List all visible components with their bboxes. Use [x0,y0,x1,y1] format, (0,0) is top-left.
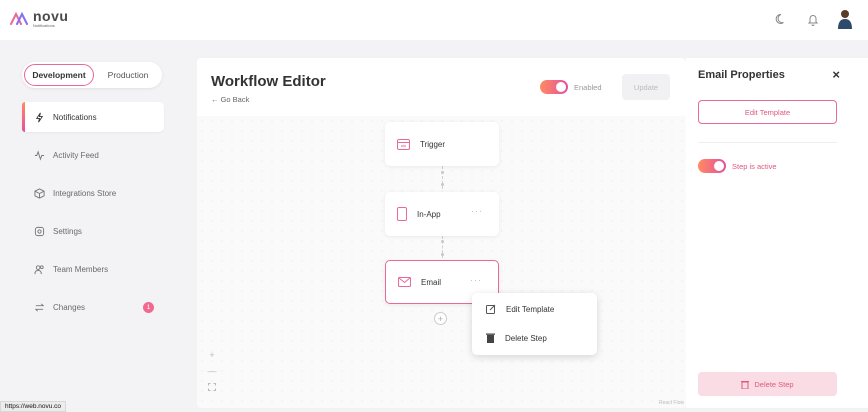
users-icon [34,264,44,274]
connector-dot [441,183,444,186]
moon-icon[interactable] [772,9,790,29]
trigger-node[interactable]: Trigger [385,122,499,166]
properties-panel: Email Properties × Edit Template Step is… [686,58,868,408]
sidebar-item-label: Changes [53,302,86,312]
status-url: https://web.novu.co [0,401,67,412]
sidebar-nav: Notifications Activity Feed Integrations… [22,102,164,330]
workflow-canvas[interactable]: Trigger In-App ··· Email ··· + + — React… [197,116,686,408]
step-active-toggle[interactable] [698,159,726,173]
delete-step-button[interactable]: Delete Step [698,372,837,396]
sidebar-item-changes[interactable]: Changes 1 [22,292,164,322]
swap-icon [34,303,45,311]
sidebar-item-activity-feed[interactable]: Activity Feed [22,140,164,170]
activity-icon [34,149,45,161]
node-label: Email [421,277,442,287]
workflow-editor: Workflow Editor ← Go Back Enabled Update… [197,58,686,408]
context-item-label: Delete Step [505,333,547,343]
edit-icon [486,304,496,314]
brand-tagline: Notifications [33,23,55,28]
zoom-in-button[interactable]: + [207,350,217,360]
logo[interactable]: novu Notifications [10,9,68,28]
step-active-group: Step is active [698,159,777,173]
node-label: Trigger [420,139,446,149]
in-app-node[interactable]: In-App ··· [385,192,499,236]
changes-count-badge: 1 [143,301,154,313]
avatar[interactable] [836,9,854,29]
update-button[interactable]: Update [622,74,670,100]
connector-dot [441,240,444,243]
fit-view-button[interactable] [207,382,217,392]
react-flow-attribution[interactable]: React Flow [659,400,684,406]
box-icon [34,187,45,199]
delete-step-label: Delete Step [754,379,794,389]
enabled-toggle[interactable] [540,80,568,94]
production-env-button[interactable]: Production [96,64,160,86]
sidebar-item-label: Integrations Store [53,188,117,198]
close-icon[interactable]: × [832,67,840,82]
sidebar-item-notifications[interactable]: Notifications [22,102,164,132]
node-context-menu: Edit Template Delete Step [472,293,597,355]
bell-icon[interactable] [804,9,822,29]
envelope-icon [398,277,411,287]
connector-dot [441,171,444,174]
sidebar-item-integrations-store[interactable]: Integrations Store [22,178,164,208]
add-step-button[interactable]: + [434,312,447,325]
go-back-link[interactable]: ← Go Back [211,95,249,104]
connector-dot [441,253,444,256]
sidebar-item-label: Settings [53,226,82,236]
sidebar-item-settings[interactable]: Settings [22,216,164,246]
step-active-label: Step is active [732,161,777,171]
page-title: Workflow Editor [211,73,326,90]
development-env-button[interactable]: Development [24,64,94,86]
trash-icon [741,380,750,389]
trigger-icon [397,138,410,150]
properties-title: Email Properties [698,69,785,81]
enabled-label: Enabled [574,82,602,92]
mobile-icon [397,207,407,221]
edit-template-button[interactable]: Edit Template [698,100,837,124]
sidebar-item-label: Team Members [53,264,109,274]
brand-name: novu [33,8,69,24]
sidebar-item-label: Activity Feed [53,150,99,160]
trash-icon [486,333,495,343]
context-delete-step[interactable]: Delete Step [486,333,547,343]
node-menu-button[interactable]: ··· [471,206,483,216]
novu-logo-icon [10,11,28,25]
gear-icon [34,226,45,236]
sidebar-item-label: Notifications [53,112,97,122]
lightning-icon [35,112,44,122]
node-menu-button[interactable]: ··· [470,275,482,285]
sidebar: Development Production Notifications Act… [0,40,176,412]
context-edit-template[interactable]: Edit Template [486,304,554,314]
divider [698,142,837,143]
node-label: In-App [417,209,441,219]
top-bar: novu Notifications [0,0,868,40]
context-item-label: Edit Template [506,304,555,314]
sidebar-item-team-members[interactable]: Team Members [22,254,164,284]
zoom-out-button[interactable]: — [207,366,217,376]
fit-view-icon [208,383,216,391]
enabled-toggle-group: Enabled [540,80,602,94]
environment-switch: Development Production [22,62,162,88]
